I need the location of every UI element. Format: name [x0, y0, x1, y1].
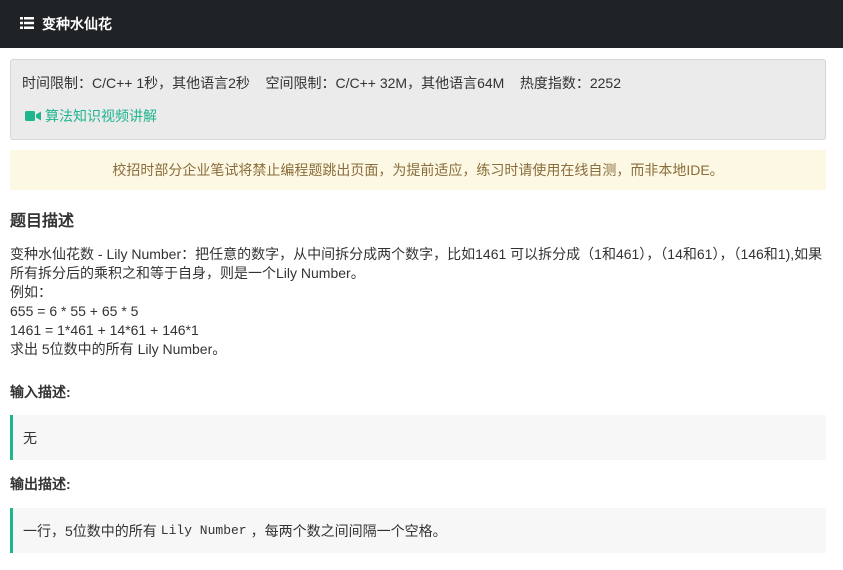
output-description-title: 输出描述:: [10, 476, 71, 492]
description-line: 655 = 6 * 55 + 65 * 5: [10, 303, 139, 319]
description-line: 求出 5位数中的所有 Lily Number。: [10, 341, 227, 357]
problem-description: 变种水仙花数 - Lily Number：把任意的数字，从中间拆分成两个数字，比…: [10, 245, 830, 359]
list-icon: [20, 17, 34, 29]
output-description-box: 一行，5位数中的所有 Lily Number ，每两个数之间间隔一个空格。: [10, 508, 826, 553]
exam-notice: 校招时部分企业笔试将禁止编程题跳出页面，为提前适应，练习时请使用在线自测，而非本…: [10, 150, 826, 190]
description-line: 例如：: [10, 284, 52, 300]
limits-text: 时间限制：C/C++ 1秒，其他语言2秒 空间限制：C/C++ 32M，其他语言…: [22, 75, 622, 91]
output-description-suffix: ，每两个数之间间隔一个空格。: [250, 522, 447, 539]
top-bar: 变种水仙花: [0, 0, 843, 48]
output-description-code: Lily Number: [160, 523, 247, 538]
description-line: 1461 = 1*461 + 14*61 + 146*1: [10, 322, 199, 338]
limits-panel: 时间限制：C/C++ 1秒，其他语言2秒 空间限制：C/C++ 32M，其他语言…: [10, 59, 826, 140]
video-camera-icon: [25, 111, 41, 121]
problem-title: 变种水仙花: [42, 16, 112, 32]
input-description-title: 输入描述:: [10, 384, 71, 400]
section-title-description: 题目描述: [10, 213, 75, 230]
input-description-box: 无: [10, 415, 826, 460]
video-explanation-link[interactable]: 算法知识视频讲解: [25, 107, 157, 125]
description-line: 变种水仙花数 - Lily Number：把任意的数字，从中间拆分成两个数字，比…: [10, 246, 823, 281]
output-description-prefix: 一行，5位数中的所有: [23, 522, 157, 539]
input-description-text: 无: [23, 429, 37, 446]
video-link-label[interactable]: 算法知识视频讲解: [45, 107, 157, 125]
